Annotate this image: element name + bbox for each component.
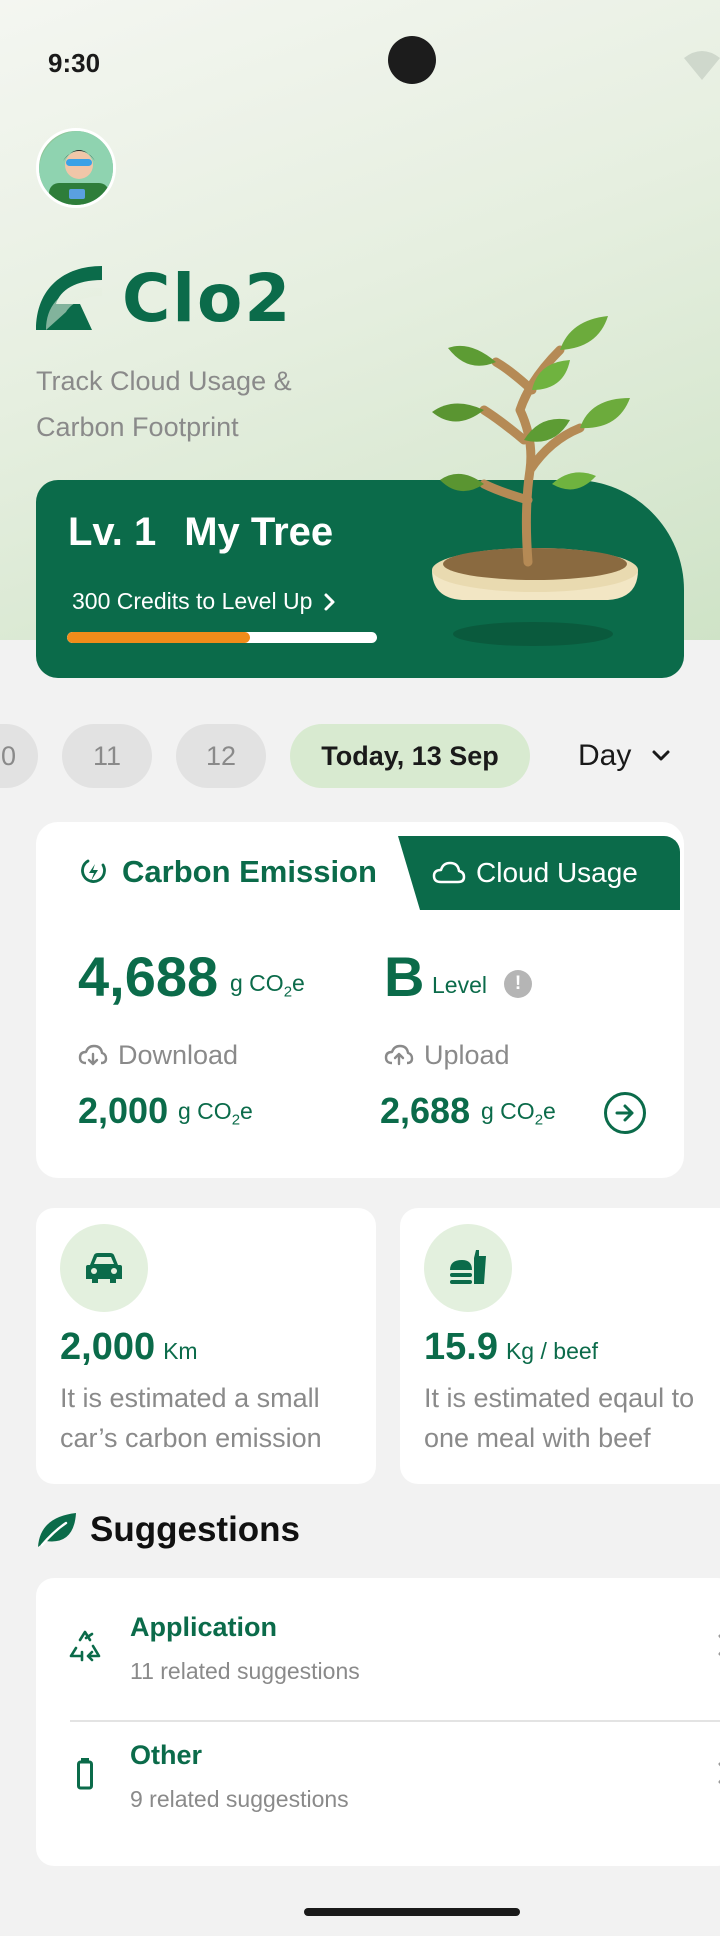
eco-bolt-icon	[81, 859, 106, 883]
grade-label: Level	[432, 972, 487, 998]
sapling-illustration	[432, 316, 638, 646]
camera-cutout	[388, 36, 436, 84]
tab-cloud-usage[interactable]: Cloud Usage	[398, 836, 680, 910]
brand-logo: Clo2	[36, 260, 292, 337]
equivalent-description: It is estimated eqaul to one meal with b…	[424, 1383, 695, 1453]
burger-drink-icon	[450, 1250, 486, 1284]
emission-details-button[interactable]	[604, 1092, 646, 1134]
total-emission-value: 4,688	[78, 945, 219, 1008]
brand-name: Clo2	[122, 259, 293, 337]
equivalent-card-beef[interactable]: 15.9 Kg / beef It is estimated eqaul to …	[400, 1208, 720, 1484]
chevron-right-icon	[324, 593, 335, 610]
suggestion-item-other[interactable]: Other 9 related suggestions	[36, 1706, 720, 1836]
suggestion-count: 11 related suggestions	[130, 1658, 360, 1684]
car-icon-badge	[60, 1224, 148, 1312]
status-bar: 9:30	[0, 0, 720, 120]
burger-icon-badge	[424, 1224, 512, 1312]
battery-icon	[77, 1758, 93, 1790]
level-progress-fill	[67, 632, 250, 643]
equivalent-card-car[interactable]: 2,000 Km It is estimated a small car’s c…	[36, 1208, 376, 1484]
equivalent-description: It is estimated a small car’s carbon emi…	[60, 1383, 322, 1453]
total-emission-unit: g CO2e	[230, 970, 305, 1001]
equivalent-value-row: 2,000 Km	[60, 1326, 198, 1369]
cloud-upload-icon	[384, 1044, 414, 1065]
logo-leaf-icon	[36, 266, 102, 330]
level-up-link[interactable]: 300 Credits to Level Up	[72, 588, 338, 615]
cloud-icon	[432, 861, 466, 884]
tab-carbon-emission[interactable]: Carbon Emission	[78, 854, 377, 890]
equivalent-unit: Km	[163, 1338, 198, 1364]
chevron-right-icon	[718, 1634, 720, 1656]
equivalent-value: 15.9	[424, 1326, 498, 1368]
download-unit: g CO2e	[178, 1098, 253, 1129]
download-label: Download	[118, 1040, 239, 1070]
equivalent-value: 2,000	[60, 1326, 156, 1368]
range-dropdown[interactable]: Day	[578, 724, 671, 788]
date-chip[interactable]: 12	[176, 724, 266, 788]
cloud-download-icon	[78, 1044, 108, 1065]
date-chip[interactable]: 11	[62, 724, 152, 788]
chevron-down-icon	[652, 750, 670, 761]
status-time: 9:30	[48, 48, 101, 78]
grade-value: B	[384, 945, 425, 1008]
arrow-right-icon	[615, 1104, 634, 1122]
date-chip-today[interactable]: Today, 13 Sep	[290, 724, 530, 788]
suggestions-title: Suggestions	[90, 1510, 301, 1549]
suggestion-name: Other	[130, 1740, 203, 1770]
suggestion-count: 9 related suggestions	[130, 1786, 349, 1812]
date-selector: 10 11 12 Today, 13 Sep Day	[0, 724, 720, 790]
equivalent-value-row: 15.9 Kg / beef	[424, 1326, 598, 1369]
suggestion-name: Application	[130, 1612, 277, 1642]
tree-title-row: Lv. 1 My Tree	[68, 510, 333, 555]
credits-text: 300 Credits to Level Up	[72, 588, 313, 614]
leaf-icon	[38, 1513, 76, 1547]
tab-carbon-label: Carbon Emission	[122, 854, 377, 889]
info-icon[interactable]: !	[504, 970, 532, 998]
recycle-icon	[69, 1630, 101, 1662]
avatar[interactable]	[36, 128, 116, 208]
upload-value: 2,688	[380, 1090, 471, 1131]
suggestions-heading: Suggestions	[36, 1510, 300, 1550]
suggestion-item-application[interactable]: Application 11 related suggestions	[36, 1578, 720, 1708]
home-indicator[interactable]	[304, 1908, 520, 1916]
tab-cloud-label: Cloud Usage	[476, 857, 638, 888]
wifi-icon	[684, 51, 720, 80]
tree-level: Lv. 1	[68, 510, 157, 554]
brand-tagline: Track Cloud Usage & Carbon Footprint	[36, 366, 292, 442]
suggestions-list: Application 11 related suggestions Other…	[36, 1578, 720, 1866]
upload-label: Upload	[424, 1040, 510, 1070]
range-value: Day	[578, 739, 632, 772]
chevron-right-icon	[718, 1762, 720, 1784]
tree-title: My Tree	[184, 510, 334, 554]
upload-unit: g CO2e	[481, 1098, 556, 1129]
car-icon	[86, 1253, 122, 1283]
upload-label-row: Upload	[384, 1040, 510, 1071]
date-chip[interactable]: 10	[0, 724, 38, 788]
equivalent-unit: Kg / beef	[505, 1338, 599, 1364]
download-label-row: Download	[78, 1040, 238, 1071]
level-progress-bar	[67, 632, 377, 643]
download-value: 2,000	[78, 1090, 169, 1131]
